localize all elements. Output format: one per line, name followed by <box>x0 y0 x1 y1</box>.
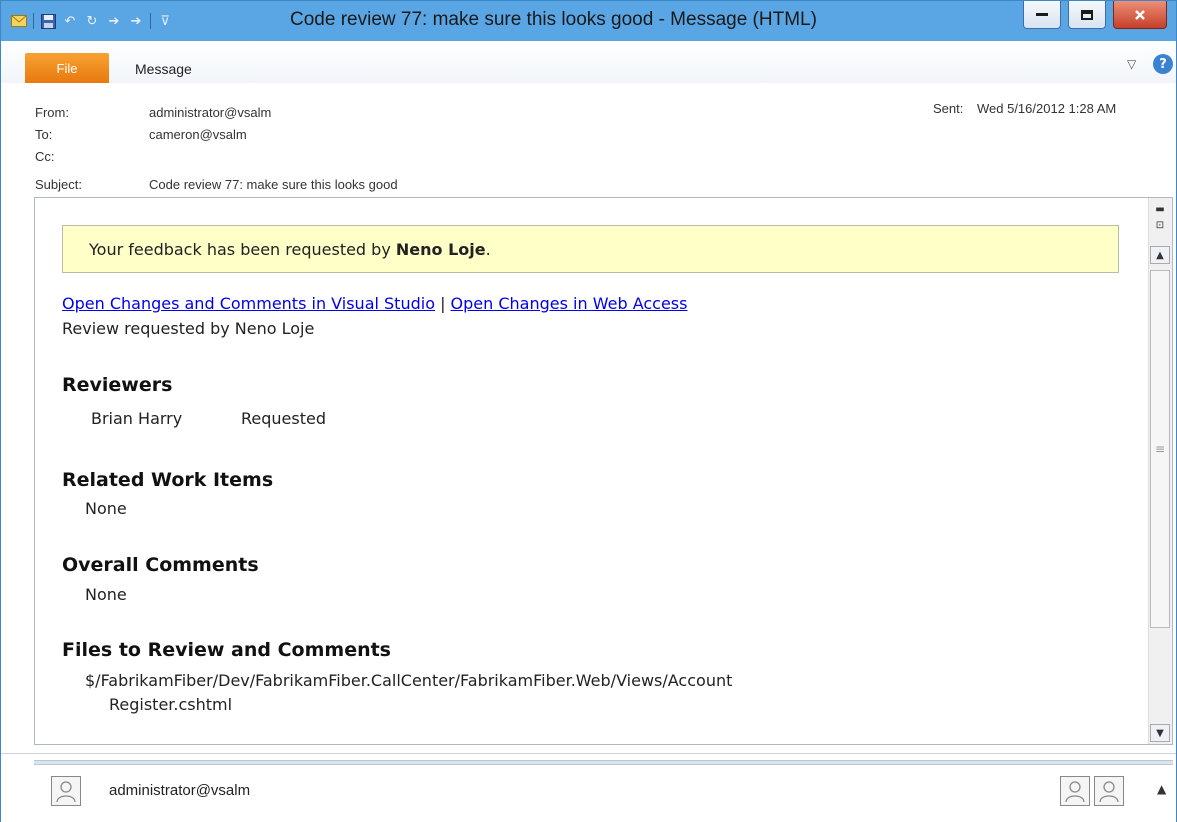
banner-name: Neno Loje <box>395 239 486 259</box>
link-separator: | <box>434 294 451 313</box>
ribbon-tabs: File Message ▽ ? <box>1 41 1176 83</box>
down-arrow-icon[interactable]: ➔ <box>128 13 144 29</box>
envelope-icon[interactable] <box>11 13 27 29</box>
related-work-items-heading: Related Work Items <box>62 469 274 491</box>
cc-row: Cc: <box>35 147 149 165</box>
person-icon <box>1065 781 1085 803</box>
file-name[interactable]: Register.cshtml <box>109 695 232 714</box>
window-title: Code review 77: make sure this looks goo… <box>290 9 817 30</box>
outlook-message-window: ↶ ↻ ➔ ➔ ⊽ Code review 77: make sure this… <box>0 0 1177 822</box>
avatar[interactable] <box>1094 776 1124 806</box>
subject-value: Code review 77: make sure this looks goo… <box>149 176 398 192</box>
reviewer-name: Brian Harry <box>91 409 183 428</box>
maximize-button[interactable] <box>1068 1 1106 29</box>
scroll-down-button[interactable]: ▼ <box>1150 724 1170 742</box>
banner-prefix: Your feedback has been requested by <box>89 239 396 259</box>
chevron-down-icon[interactable]: ▽ <box>1127 57 1136 71</box>
from-row: From: administrator@vsalm <box>35 103 271 121</box>
avatar[interactable] <box>1060 776 1090 806</box>
title-bar: ↶ ↻ ➔ ➔ ⊽ Code review 77: make sure this… <box>1 1 1176 41</box>
avatar[interactable] <box>51 776 81 806</box>
maximize-icon <box>1081 9 1093 20</box>
requested-by-text: Review requested by Neno Loje <box>62 319 315 338</box>
message-body: Your feedback has been requested by Neno… <box>34 197 1173 745</box>
person-icon <box>1099 781 1119 803</box>
tab-file[interactable]: File <box>25 53 109 83</box>
message-header: From: administrator@vsalm Sent: Wed 5/16… <box>1 97 1176 195</box>
message-content: Your feedback has been requested by Neno… <box>35 198 1148 744</box>
quick-access-toolbar: ↶ ↻ ➔ ➔ ⊽ <box>11 12 173 30</box>
cc-label: Cc: <box>35 148 55 164</box>
save-icon[interactable] <box>40 13 56 29</box>
close-button[interactable] <box>1113 1 1167 29</box>
sent-label: Sent: <box>933 101 964 116</box>
sent-value: Wed 5/16/2012 1:28 AM <box>976 101 1117 116</box>
redo-icon[interactable]: ↻ <box>84 13 100 29</box>
from-label: From: <box>35 104 69 120</box>
qat-separator <box>33 13 34 29</box>
overall-comments-heading: Overall Comments <box>62 554 259 576</box>
overall-comments-value: None <box>85 585 127 604</box>
person-icon <box>56 781 76 803</box>
open-in-web-access-link[interactable]: Open Changes in Web Access <box>451 294 688 313</box>
files-heading: Files to Review and Comments <box>62 639 391 661</box>
reviewer-status: Requested <box>241 409 326 428</box>
to-label: To: <box>35 126 53 142</box>
people-pane-sender[interactable]: administrator@vsalm <box>109 782 250 799</box>
people-pane: administrator@vsalm ▲ <box>1 753 1176 822</box>
tab-message[interactable]: Message <box>135 61 192 77</box>
from-value[interactable]: administrator@vsalm <box>149 105 271 120</box>
feedback-banner: Your feedback has been requested by Neno… <box>62 225 1119 273</box>
subject-row: Subject: Code review 77: make sure this … <box>35 175 398 193</box>
customize-qat-icon[interactable]: ⊽ <box>157 13 173 29</box>
subject-label: Subject: <box>35 176 82 192</box>
minimize-button[interactable] <box>1023 1 1061 29</box>
scroll-up-button[interactable]: ▲ <box>1150 246 1170 264</box>
file-path: $/FabrikamFiber/Dev/FabrikamFiber.CallCe… <box>85 671 733 690</box>
close-icon <box>1135 9 1145 20</box>
qat-separator <box>150 13 151 29</box>
up-arrow-icon[interactable]: ➔ <box>106 13 122 29</box>
review-links: Open Changes and Comments in Visual Stud… <box>62 294 687 313</box>
vertical-scrollbar[interactable]: ▬ ⊡ ▲ ≡ ▼ <box>1148 198 1172 744</box>
sent-row: Sent: Wed 5/16/2012 1:28 AM <box>933 101 1116 116</box>
ribbon: File Message ▽ ? <box>1 41 1176 98</box>
help-icon[interactable]: ? <box>1153 54 1173 74</box>
people-pane-splitter[interactable] <box>34 760 1173 765</box>
to-value[interactable]: cameron@vsalm <box>149 127 247 142</box>
view-icon[interactable]: ⊡ <box>1150 216 1170 234</box>
expand-people-pane-icon[interactable]: ▲ <box>1157 782 1166 796</box>
minimize-icon <box>1036 12 1048 16</box>
related-work-items-value: None <box>85 499 127 518</box>
open-in-visual-studio-link[interactable]: Open Changes and Comments in Visual Stud… <box>62 294 435 313</box>
banner-suffix: . <box>485 239 491 259</box>
undo-icon[interactable]: ↶ <box>62 13 78 29</box>
to-row: To: cameron@vsalm <box>35 125 247 143</box>
scrollbar-thumb[interactable]: ≡ <box>1150 270 1170 628</box>
reviewers-heading: Reviewers <box>62 374 173 396</box>
